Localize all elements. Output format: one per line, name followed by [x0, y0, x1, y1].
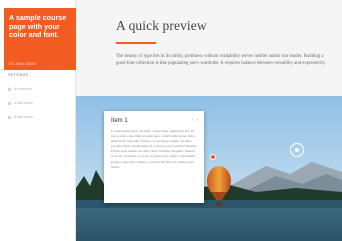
main-content: A quick preview The beauty of type lies …: [76, 0, 342, 241]
hotspot-active-icon[interactable]: [210, 154, 216, 160]
course-title: A sample course page with your color and…: [9, 13, 67, 40]
popup-title: Item 1: [111, 118, 128, 124]
popup-nav: ‹ ›: [192, 117, 198, 122]
sidebar-item-label: A first lesson: [14, 101, 33, 105]
hotspot-popup: Item 1 ‹ › Lorem ipsum dolor sit amet, c…: [104, 111, 204, 203]
course-header: A sample course page with your color and…: [4, 8, 76, 70]
course-subtitle: RE-SKIN DEMO: [9, 62, 37, 66]
popup-body: Lorem ipsum dolor sit amet, consectetur …: [111, 129, 197, 169]
sidebar-section-label: SETTINGS: [8, 73, 29, 77]
hotspot-image: Item 1 ‹ › Lorem ipsum dolor sit amet, c…: [76, 96, 342, 241]
hotspot-inactive-icon[interactable]: [290, 143, 304, 157]
status-dot-icon: [8, 101, 11, 105]
chevron-right-icon[interactable]: ›: [197, 117, 199, 122]
title-underline: [116, 42, 156, 44]
sidebar-item-third-layout[interactable]: A third layout: [8, 115, 33, 119]
page-title: A quick preview: [116, 18, 207, 33]
sidebar-item-label: A third layout: [14, 115, 34, 119]
sidebar-item-first-lesson[interactable]: A first lesson: [8, 101, 33, 105]
sidebar: A sample course page with your color and…: [0, 0, 76, 241]
chevron-left-icon[interactable]: ‹: [192, 117, 194, 122]
sidebar-item-overview[interactable]: An overview: [8, 87, 32, 91]
status-dot-icon: [8, 87, 11, 91]
status-dot-icon: [8, 115, 11, 119]
sidebar-item-label: An overview: [14, 87, 32, 91]
intro-paragraph: The beauty of type lies in its utility, …: [116, 54, 327, 67]
